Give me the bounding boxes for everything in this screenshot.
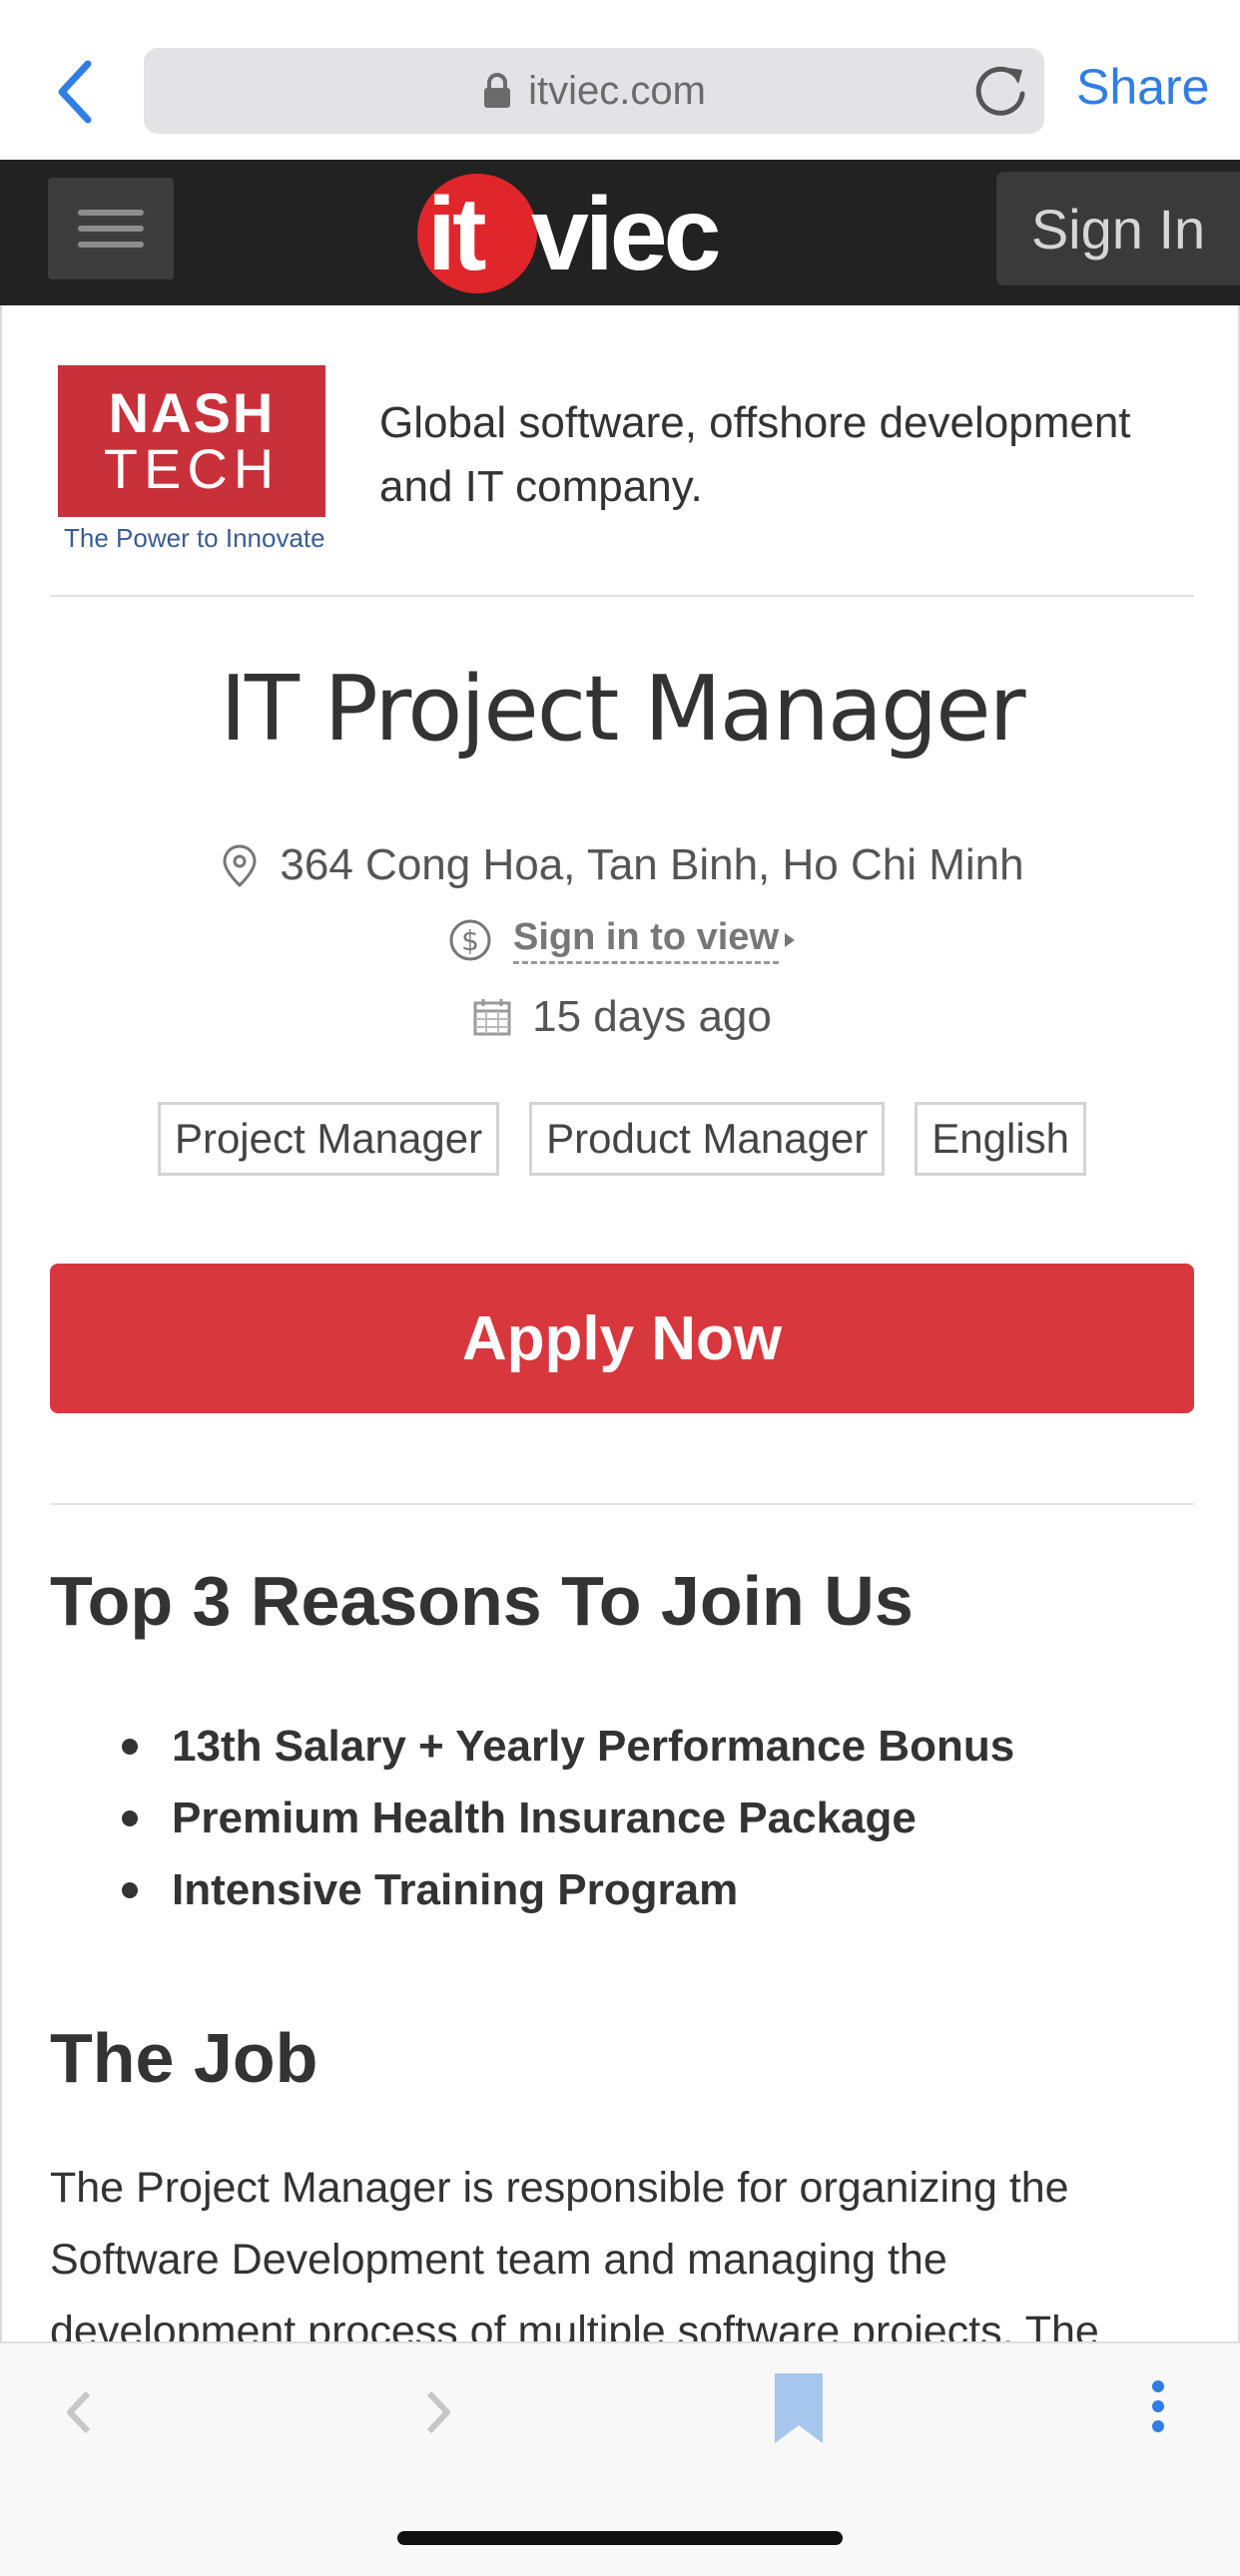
divider [50,1503,1194,1505]
reason-text: 13th Salary + Yearly Performance Bonus [172,1722,1015,1771]
home-indicator [397,2531,843,2545]
posted-date: 15 days ago [532,992,772,1041]
company-logo[interactable]: NASH TECH The Power to Innovate [58,365,325,555]
bullet [122,1739,138,1755]
salary-row: $ Sign in to view [2,916,1238,964]
reason-text: Premium Health Insurance Package [172,1794,917,1842]
apply-now-button[interactable]: Apply Now [50,1264,1194,1413]
site-header: it viec Sign In [0,160,1240,305]
bullet [122,1882,138,1898]
divider [50,595,1194,597]
skill-tag[interactable]: Product Manager [529,1102,886,1176]
browser-toolbar: itviec.com Share [0,0,1240,160]
more-vertical-icon[interactable] [1150,2379,1166,2433]
list-item: 13th Salary + Yearly Performance Bonus [122,1711,1170,1783]
page-root: itviec.com Share it viec Sign In NASH TE… [0,0,1240,2576]
bullet [122,1810,138,1826]
list-item: Intensive Training Program [122,1854,1170,1926]
skill-tag[interactable]: Project Manager [157,1102,500,1176]
sign-in-button[interactable]: Sign In [996,172,1240,285]
company-logo-box: NASH TECH [58,365,325,517]
logo-viec-text: viec [531,177,721,292]
reason-text: Intensive Training Program [172,1865,739,1914]
job-description: The Project Manager is responsible for o… [50,2164,1099,2341]
back-button[interactable] [52,56,100,128]
company-description: Global software, offshore development an… [379,398,1131,511]
posted-row: 15 days ago [2,992,1238,1042]
menu-button[interactable] [48,178,174,279]
location-row: 364 Cong Hoa, Tan Binh, Ho Chi Minh [2,840,1238,890]
reasons-list: 13th Salary + Yearly Performance Bonus P… [122,1711,1170,1926]
url-text: itviec.com [528,68,706,113]
lock-icon [484,73,511,108]
list-item: Premium Health Insurance Package [122,1783,1170,1854]
location-text: 364 Cong Hoa, Tan Binh, Ho Chi Minh [280,840,1024,889]
chevron-left-icon [58,60,92,124]
skill-tag[interactable]: English [915,1102,1087,1176]
itviec-logo[interactable]: it viec [417,172,747,293]
logo-line2: TECH [103,437,281,500]
hamburger-icon [78,210,144,216]
dollar-circle-icon: $ [449,919,491,961]
svg-text:$: $ [461,924,479,957]
hamburger-icon-line [78,226,144,232]
salary-sign-in-link[interactable]: Sign in to view [512,916,780,964]
reload-icon[interactable] [972,62,1030,120]
job-content: NASH TECH The Power to Innovate Global s… [0,305,1240,2341]
skill-tags: Project Manager Product Manager English [2,1102,1238,1176]
map-pin-icon [223,844,257,888]
logo-line1: NASH [108,381,276,444]
share-button[interactable]: Share [1076,58,1209,116]
address-bar[interactable]: itviec.com [144,48,1044,134]
nav-forward-icon[interactable] [423,2387,453,2437]
the-job-heading: The Job [50,2019,318,2097]
hamburger-icon-line [78,242,144,248]
logo-it-text: it [427,177,486,292]
caret-right-icon [785,933,796,947]
reasons-heading: Top 3 Reasons To Join Us [50,1562,914,1640]
logo-tagline: The Power to Innovate [64,523,325,553]
bookmark-icon[interactable] [773,2371,825,2445]
calendar-icon [473,999,511,1036]
nav-back-icon[interactable] [64,2387,94,2437]
job-title: IT Project Manager [220,657,1025,762]
